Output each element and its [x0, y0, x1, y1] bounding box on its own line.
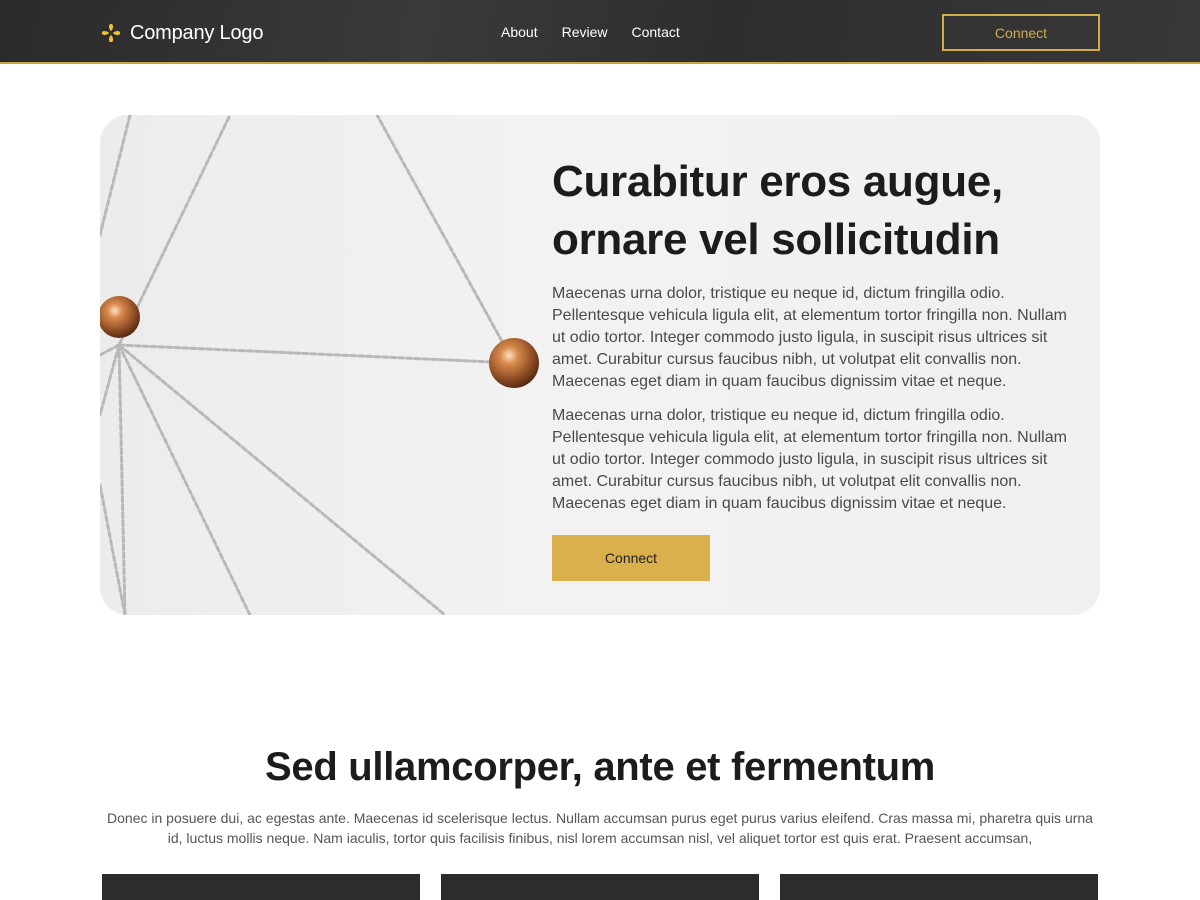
- feature-card[interactable]: [441, 874, 759, 900]
- site-header: Company Logo About Review Contact Connec…: [0, 0, 1200, 64]
- hero-card: Curabitur eros augue, ornare vel sollici…: [100, 115, 1100, 615]
- section-title: Sed ullamcorper, ante et fermentum: [265, 745, 935, 789]
- logo-text: Company Logo: [130, 21, 264, 44]
- card-row: [102, 874, 1098, 900]
- hero-paragraph: Maecenas urna dolor, tristique eu neque …: [552, 407, 1067, 512]
- nav-item-review[interactable]: Review: [562, 24, 608, 40]
- hero-paragraph: Maecenas urna dolor, tristique eu neque …: [552, 285, 1067, 390]
- hero-title: Curabitur eros augue, ornare vel sollici…: [552, 157, 1003, 264]
- header-connect-button[interactable]: Connect: [942, 14, 1100, 51]
- flower-logo-icon: [101, 23, 121, 43]
- nav-item-contact[interactable]: Contact: [632, 24, 680, 40]
- nav-item-about[interactable]: About: [501, 24, 538, 40]
- main-nav: About Review Contact: [501, 24, 680, 40]
- feature-card[interactable]: [780, 874, 1098, 900]
- feature-card[interactable]: [102, 874, 420, 900]
- company-logo[interactable]: Company Logo: [100, 20, 263, 46]
- hero-content: Curabitur eros augue, ornare vel sollici…: [552, 153, 1072, 515]
- hero-connect-button[interactable]: Connect: [552, 535, 710, 581]
- section-description: Donec in posuere dui, ac egestas ante. M…: [107, 810, 1093, 846]
